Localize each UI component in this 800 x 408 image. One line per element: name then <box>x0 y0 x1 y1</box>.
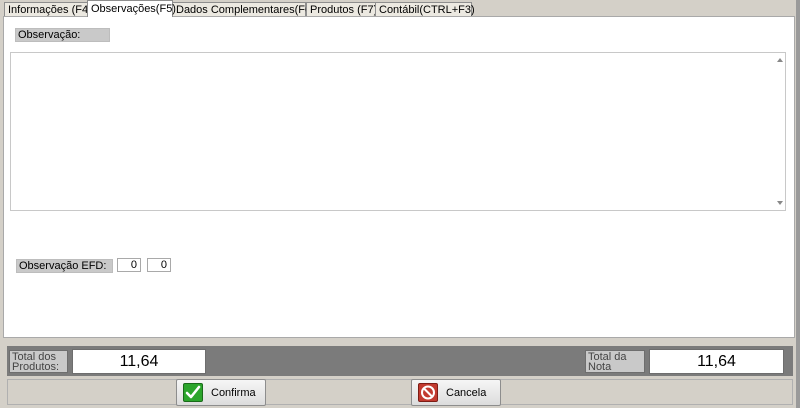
totals-bar: Total dos Produtos: 11,64 Total da Nota … <box>7 346 793 376</box>
tab-informacoes[interactable]: Informações (F4) <box>4 2 92 16</box>
total-nota-label-line2: Nota Fiscal: <box>588 361 620 373</box>
total-produtos-value: 11,64 <box>72 349 206 374</box>
observacao-efd-field-1[interactable]: 0 <box>117 258 141 272</box>
scroll-down-arrow-icon[interactable] <box>777 201 783 205</box>
confirma-label: Confirma <box>211 387 256 399</box>
tab-contabil[interactable]: Contábil(CTRL+F3) <box>375 2 475 16</box>
total-nota-value: 11,64 <box>649 349 784 374</box>
total-nota-label: Total da Nota Fiscal: <box>585 350 645 373</box>
observacao-label: Observação: <box>15 28 110 42</box>
cancela-button[interactable]: Cancela <box>411 379 501 406</box>
tab-dados-complementares[interactable]: Dados Complementares(F6) <box>172 2 315 16</box>
observacao-textarea[interactable] <box>10 52 786 211</box>
forbidden-icon <box>418 383 438 402</box>
confirma-button[interactable]: Confirma <box>176 379 266 406</box>
scroll-up-arrow-icon[interactable] <box>777 58 783 62</box>
observacao-efd-label: Observação EFD: <box>16 259 113 273</box>
tab-produtos[interactable]: Produtos (F7) <box>306 2 377 16</box>
observacoes-panel: Observação: Observação EFD: 0 0 <box>3 16 795 338</box>
total-produtos-label-line2: Produtos: <box>12 361 60 373</box>
checkmark-icon <box>183 383 203 402</box>
tab-observacoes[interactable]: Observações(F5) <box>87 0 176 17</box>
cancela-label: Cancela <box>446 387 487 399</box>
total-produtos-label: Total dos Produtos: <box>9 350 68 373</box>
button-bar <box>7 379 793 405</box>
window-right-border <box>796 0 800 408</box>
observacao-efd-field-2[interactable]: 0 <box>147 258 171 272</box>
